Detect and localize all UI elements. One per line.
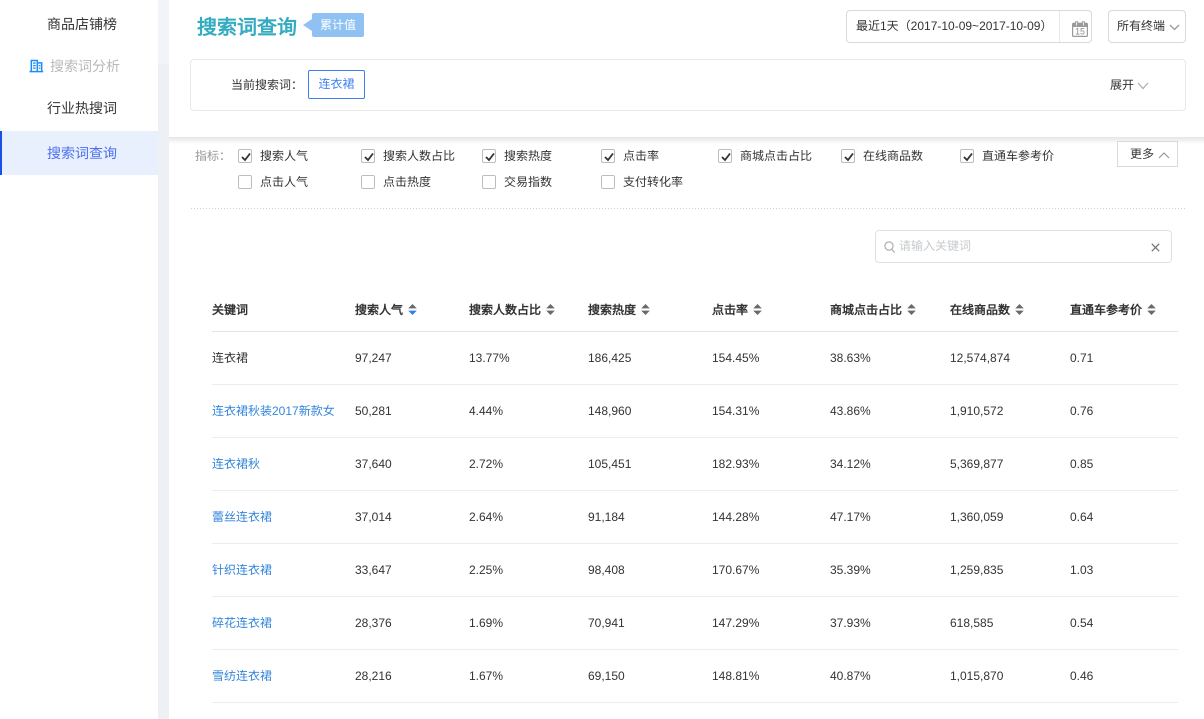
svg-text:15: 15 [1075, 26, 1085, 36]
